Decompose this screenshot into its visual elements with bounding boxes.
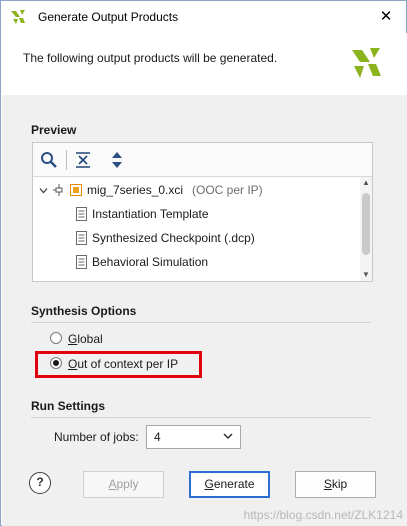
skip-label-rest: kip [331, 477, 348, 491]
ip-core-icon [70, 184, 82, 196]
document-icon [76, 255, 87, 269]
toolbar-separator [66, 150, 67, 170]
jobs-dropdown[interactable]: 4 [146, 425, 241, 449]
jobs-label: Number of jobs: [54, 430, 139, 444]
close-button[interactable]: ✕ [376, 7, 396, 27]
vivado-logo-icon [352, 48, 381, 78]
scrollbar-thumb[interactable] [362, 193, 370, 255]
mnemonic-a: A [108, 477, 117, 491]
scroll-down-icon[interactable]: ▼ [360, 269, 372, 281]
tree-item-label: Instantiation Template [92, 207, 209, 221]
section-divider [31, 322, 371, 323]
apply-button[interactable]: Apply [83, 471, 164, 498]
synthesis-section-title: Synthesis Options [31, 304, 137, 318]
tree-item-label: Behavioral Simulation [92, 255, 209, 269]
generate-label-rest: enerate [213, 477, 255, 491]
radio-label-rest: ut of context per IP [77, 357, 179, 371]
title-bar[interactable]: Generate Output Products ✕ [1, 1, 406, 33]
ip-file-name: mig_7series_0.xci [87, 183, 184, 197]
search-icon[interactable] [39, 150, 59, 170]
preview-panel: mig_7series_0.xci (OOC per IP) Instantia… [32, 142, 373, 282]
radio-button-selected[interactable] [50, 357, 62, 369]
radio-selected-dot [53, 360, 59, 366]
run-settings-section-title: Run Settings [31, 399, 105, 413]
ooc-annotation: (OOC per IP) [192, 183, 263, 197]
banner-message: The following output products will be ge… [23, 51, 278, 65]
vertical-scrollbar[interactable]: ▲ ▼ [360, 177, 372, 281]
jobs-value: 4 [154, 430, 161, 444]
radio-label-global: Global [68, 330, 103, 348]
help-button[interactable]: ? [29, 472, 51, 494]
watermark: https://blog.csdn.net/ZLK1214 [243, 508, 403, 522]
window-title: Generate Output Products [38, 10, 179, 24]
dialog-window: Generate Output Products ✕ The following… [0, 0, 407, 526]
document-icon [76, 207, 87, 221]
document-icon [76, 231, 87, 245]
section-divider [31, 417, 371, 418]
collapse-all-icon[interactable] [73, 150, 93, 170]
mnemonic-g: G [68, 332, 78, 346]
preview-toolbar [33, 143, 372, 177]
mnemonic-o: O [68, 357, 78, 371]
radio-label-rest: lobal [77, 332, 103, 346]
skip-button[interactable]: Skip [295, 471, 376, 498]
apply-label-rest: pply [116, 477, 139, 491]
chevron-down-icon[interactable] [39, 186, 48, 195]
output-products-tree: mig_7series_0.xci (OOC per IP) Instantia… [33, 177, 359, 281]
mnemonic-s: S [323, 477, 332, 491]
radio-button[interactable] [50, 332, 62, 344]
expand-all-icon[interactable] [107, 150, 127, 170]
preview-section-title: Preview [31, 123, 77, 137]
chevron-down-icon[interactable] [222, 430, 234, 442]
vivado-logo-icon [11, 10, 25, 24]
ip-connector-icon [53, 184, 63, 196]
scroll-up-icon[interactable]: ▲ [360, 177, 372, 189]
tree-item-label: Synthesized Checkpoint (.dcp) [92, 231, 255, 245]
mnemonic-g: G [204, 477, 214, 491]
generate-button[interactable]: Generate [189, 471, 270, 498]
radio-label-ooc: Out of context per IP [68, 355, 178, 373]
